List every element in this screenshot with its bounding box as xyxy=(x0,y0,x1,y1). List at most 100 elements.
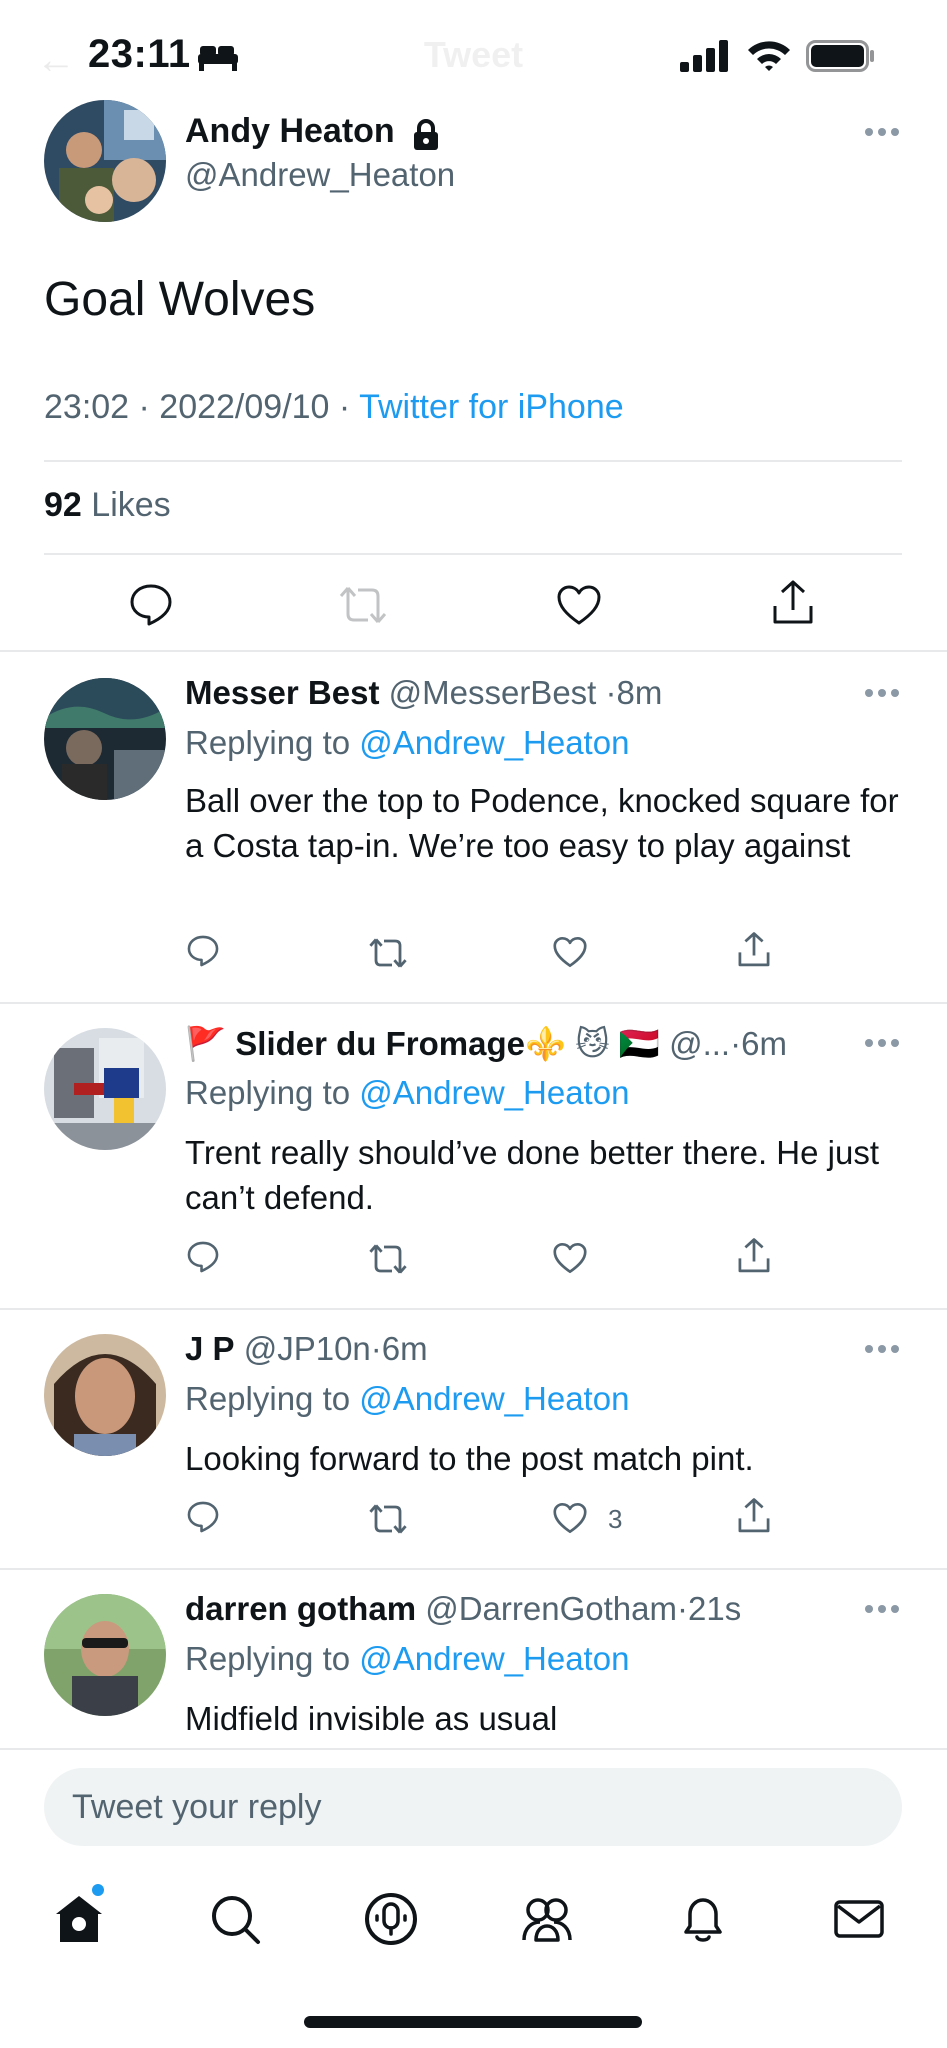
likes-count: 92 xyxy=(44,486,82,524)
divider xyxy=(0,1568,947,1570)
avatar-photo xyxy=(44,1334,166,1456)
reply-header: Messer Best @MesserBest ·8m xyxy=(185,674,662,712)
more-options-icon[interactable] xyxy=(864,687,900,699)
home-indicator[interactable] xyxy=(304,2016,642,2028)
author-name[interactable]: Andy Heaton xyxy=(185,112,395,151)
signal-icon xyxy=(680,40,728,72)
wifi-icon xyxy=(748,41,790,71)
divider xyxy=(44,553,902,555)
reply-author-handle[interactable]: @DarrenGotham xyxy=(425,1590,677,1627)
tweet-source-link[interactable]: Twitter for iPhone xyxy=(359,388,624,426)
reply-avatar[interactable] xyxy=(44,1334,166,1456)
avatar-photo xyxy=(44,100,166,222)
avatar-photo xyxy=(44,678,166,800)
share-icon[interactable] xyxy=(770,578,816,628)
more-options-icon[interactable] xyxy=(864,1037,900,1049)
replying-to-label: Replying to xyxy=(185,1640,360,1677)
reply-text: Looking forward to the post match pint. xyxy=(185,1440,754,1477)
reply-text: Trent really should’ve done better there… xyxy=(185,1134,879,1216)
reply-composer[interactable] xyxy=(44,1768,902,1846)
reply-avatar[interactable] xyxy=(44,1594,166,1716)
author-handle[interactable]: @Andrew_Heaton xyxy=(185,156,455,194)
replying-to-mention[interactable]: @Andrew_Heaton xyxy=(359,1074,629,1111)
separator-dot: · xyxy=(370,1330,382,1367)
more-options-icon[interactable] xyxy=(864,126,900,138)
home-icon[interactable] xyxy=(50,1890,108,1948)
reply-author-handle[interactable]: @MesserBest xyxy=(389,674,597,711)
status-time: 23:11 xyxy=(88,32,191,76)
reply-icon[interactable] xyxy=(186,1240,220,1274)
tweet-timestamp: 23:02 · 2022/09/10 · xyxy=(44,388,360,426)
tweet-text: Goal Wolves xyxy=(44,273,316,326)
avatar-photo xyxy=(44,1028,166,1150)
search-icon[interactable] xyxy=(206,1890,264,1948)
replying-to-label: Replying to xyxy=(185,724,360,761)
reply-avatar[interactable] xyxy=(44,1028,166,1150)
battery-icon xyxy=(806,40,874,72)
replying-to-mention[interactable]: @Andrew_Heaton xyxy=(359,1380,629,1417)
divider xyxy=(0,1002,947,1004)
likes-label: Likes xyxy=(91,486,171,524)
notification-dot xyxy=(92,1884,104,1896)
reply-icon[interactable] xyxy=(186,1500,220,1534)
author-avatar[interactable] xyxy=(44,100,166,222)
share-icon[interactable] xyxy=(736,1236,772,1276)
like-icon[interactable] xyxy=(552,1242,588,1274)
like-icon[interactable] xyxy=(552,1502,588,1534)
divider xyxy=(0,1308,947,1310)
separator-dot: · xyxy=(605,674,617,711)
reply-author-handle[interactable]: @... xyxy=(669,1025,730,1062)
like-icon[interactable] xyxy=(556,584,602,626)
spaces-icon[interactable] xyxy=(362,1890,420,1948)
reply-author-name[interactable]: Messer Best xyxy=(185,674,379,711)
status-bar: ← Tweet 23:11 xyxy=(0,0,947,100)
reply-time: 6m xyxy=(741,1025,787,1062)
avatar-photo xyxy=(44,1594,166,1716)
more-options-icon[interactable] xyxy=(864,1343,900,1355)
lock-icon xyxy=(414,119,438,150)
reply-like-count: 3 xyxy=(608,1504,623,1534)
reply-header: 🚩 Slider du Fromage⚜️ 😼 🇸🇩 @...·6m xyxy=(185,1024,787,1064)
replying-to: Replying to @Andrew_Heaton xyxy=(185,1380,629,1418)
like-icon[interactable] xyxy=(552,936,588,968)
retweet-icon[interactable] xyxy=(338,584,388,626)
replying-to: Replying to @Andrew_Heaton xyxy=(185,1640,629,1678)
replying-to-label: Replying to xyxy=(185,1074,360,1111)
replying-to: Replying to @Andrew_Heaton xyxy=(185,1074,629,1112)
reply-time: 8m xyxy=(616,674,663,711)
reply-header: J P @JP10n·6m xyxy=(185,1330,428,1368)
reply-author-name[interactable]: darren gotham xyxy=(185,1590,416,1627)
reply-text: Midfield invisible as usual xyxy=(185,1700,558,1737)
reply-icon[interactable] xyxy=(186,934,220,968)
reply-author-handle[interactable]: @JP10n xyxy=(244,1330,371,1367)
share-icon[interactable] xyxy=(736,930,772,970)
reply-avatar[interactable] xyxy=(44,678,166,800)
likes-summary[interactable]: 92 Likes xyxy=(44,486,171,525)
replying-to-label: Replying to xyxy=(185,1380,360,1417)
retweet-icon[interactable] xyxy=(368,936,408,970)
retweet-icon[interactable] xyxy=(368,1242,408,1276)
divider xyxy=(44,460,902,462)
reply-text: Ball over the top to Podence, knocked sq… xyxy=(185,782,899,864)
flag-emoji: 🚩 xyxy=(185,1025,227,1062)
replying-to-mention[interactable]: @Andrew_Heaton xyxy=(359,1640,629,1677)
more-options-icon[interactable] xyxy=(864,1603,900,1615)
reply-input[interactable] xyxy=(44,1768,902,1846)
separator-dot: · xyxy=(676,1590,688,1627)
replying-to-mention[interactable]: @Andrew_Heaton xyxy=(359,724,629,761)
reply-author-name[interactable]: J P xyxy=(185,1330,235,1367)
communities-icon[interactable] xyxy=(518,1890,576,1948)
retweet-icon[interactable] xyxy=(368,1502,408,1536)
messages-icon[interactable] xyxy=(830,1890,888,1948)
notifications-icon[interactable] xyxy=(674,1890,732,1948)
name-emojis: ⚜️ 😼 🇸🇩 xyxy=(524,1025,660,1062)
divider xyxy=(0,1748,947,1750)
reply-header: darren gotham @DarrenGotham·21s xyxy=(185,1590,741,1628)
divider xyxy=(0,650,947,652)
reply-icon[interactable] xyxy=(128,582,174,628)
reply-author-name[interactable]: Slider du Fromage xyxy=(235,1025,525,1062)
reply-time: 21s xyxy=(687,1590,742,1627)
share-icon[interactable] xyxy=(736,1496,772,1536)
tweet-meta: 23:02 · 2022/09/10 · Twitter for iPhone xyxy=(44,388,624,427)
separator-dot: · xyxy=(730,1025,742,1062)
